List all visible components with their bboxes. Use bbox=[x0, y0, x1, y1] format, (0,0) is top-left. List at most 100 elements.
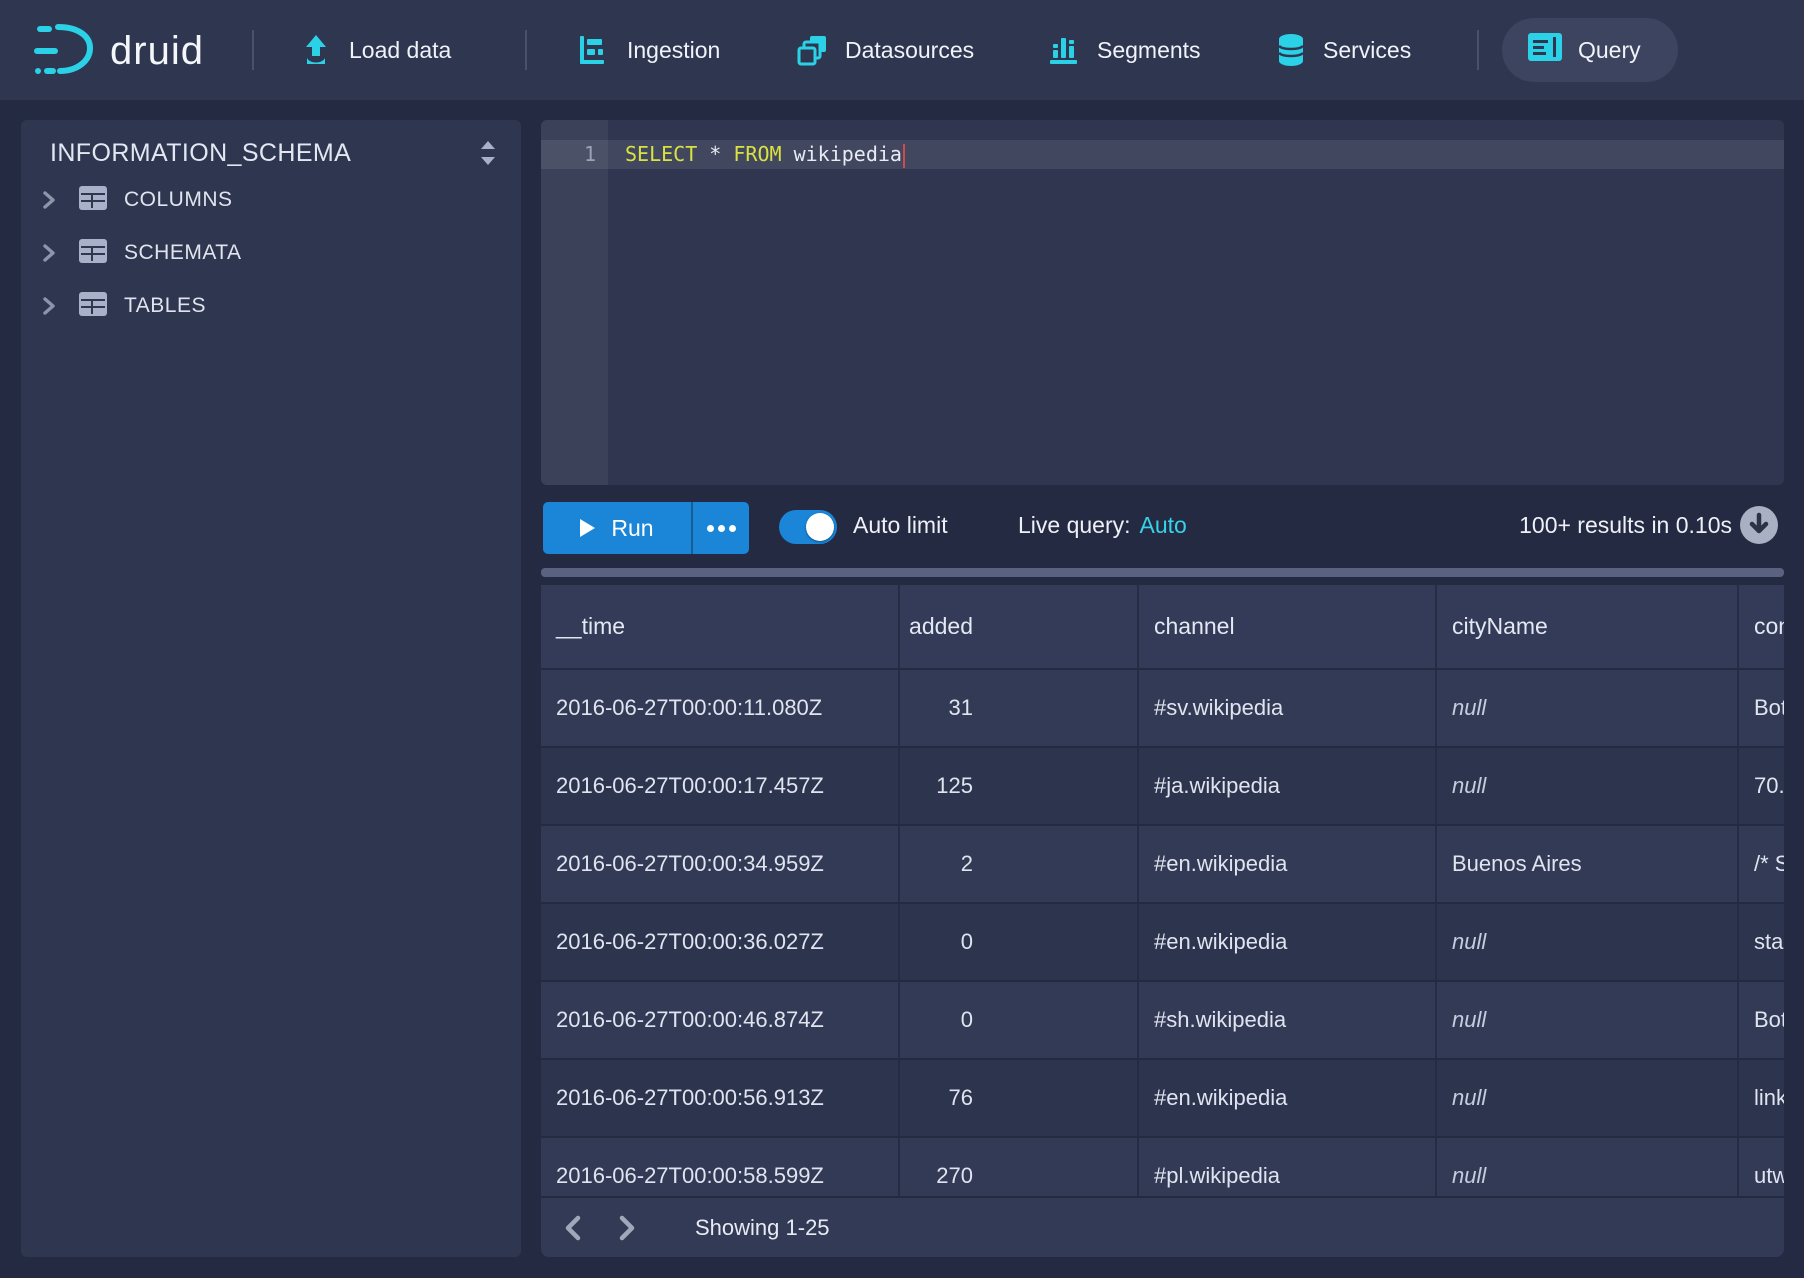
run-button-group: Run bbox=[543, 502, 749, 554]
live-query-value[interactable]: Auto bbox=[1140, 512, 1187, 538]
cell-cityName[interactable]: null bbox=[1437, 670, 1739, 746]
nav-item-query-active[interactable]: Query bbox=[1502, 18, 1678, 82]
pagination-footer: Showing 1-25 bbox=[541, 1196, 1784, 1257]
cell-comment[interactable]: link bbox=[1739, 1060, 1784, 1136]
cell-comment[interactable]: 70. bbox=[1739, 748, 1784, 824]
table-icon bbox=[79, 292, 107, 321]
double-caret-icon[interactable] bbox=[479, 140, 497, 166]
ingestion-icon bbox=[578, 34, 610, 66]
cell-__time[interactable]: 2016-06-27T00:00:17.457Z bbox=[541, 748, 900, 824]
sql-query-text[interactable]: SELECT * FROM wikipedia bbox=[625, 140, 905, 169]
cell-added[interactable]: 31 bbox=[900, 670, 1139, 746]
table-row: 2016-06-27T00:00:11.080Z31#sv.wikipedian… bbox=[541, 668, 1784, 746]
cell-added[interactable]: 0 bbox=[900, 904, 1139, 980]
cell-added[interactable]: 2 bbox=[900, 826, 1139, 902]
column-header-cityname[interactable]: cityName bbox=[1437, 585, 1739, 668]
toggle-knob bbox=[806, 513, 834, 541]
cell-__time[interactable]: 2016-06-27T00:00:34.959Z bbox=[541, 826, 900, 902]
nav-item-ingestion[interactable]: Ingestion bbox=[578, 0, 720, 100]
nav-item-segments[interactable]: Segments bbox=[1048, 0, 1201, 100]
chevron-right-icon bbox=[43, 191, 57, 209]
run-more-options-button[interactable] bbox=[691, 502, 749, 554]
line-number: 1 bbox=[541, 140, 596, 169]
next-page-button[interactable] bbox=[607, 1208, 647, 1248]
sql-text: * bbox=[697, 142, 733, 166]
sidebar-item-columns[interactable]: COLUMNS bbox=[21, 174, 521, 226]
table-row: 2016-06-27T00:00:36.027Z0#en.wikipedianu… bbox=[541, 902, 1784, 980]
cell-__time[interactable]: 2016-06-27T00:00:11.080Z bbox=[541, 670, 900, 746]
live-query-label: Live query: bbox=[1018, 512, 1131, 538]
previous-page-button[interactable] bbox=[553, 1208, 593, 1248]
cell-__time[interactable]: 2016-06-27T00:00:56.913Z bbox=[541, 1060, 900, 1136]
nav-item-services[interactable]: Services bbox=[1276, 0, 1411, 100]
cell-added[interactable]: 125 bbox=[900, 748, 1139, 824]
nav-divider bbox=[252, 30, 254, 70]
cell-cityName[interactable]: null bbox=[1437, 982, 1739, 1058]
table-body: 2016-06-27T00:00:11.080Z31#sv.wikipedian… bbox=[541, 668, 1784, 1214]
cell-added[interactable]: 76 bbox=[900, 1060, 1139, 1136]
cell-cityName[interactable]: null bbox=[1437, 748, 1739, 824]
play-icon bbox=[580, 519, 595, 537]
nav-item-label: Load data bbox=[349, 37, 451, 64]
cell-channel[interactable]: #en.wikipedia bbox=[1139, 904, 1437, 980]
sidebar-item-tables[interactable]: TABLES bbox=[21, 280, 521, 332]
sidebar-item-label: SCHEMATA bbox=[124, 241, 242, 265]
table-header-row: __time added channel cityName comment bbox=[541, 585, 1784, 668]
chevron-right-icon bbox=[43, 297, 57, 315]
table-row: 2016-06-27T00:00:46.874Z0#sh.wikipedianu… bbox=[541, 980, 1784, 1058]
cell-channel[interactable]: #sv.wikipedia bbox=[1139, 670, 1437, 746]
druid-logo-icon bbox=[34, 20, 96, 83]
cell-comment[interactable]: Bot bbox=[1739, 982, 1784, 1058]
nav-item-label: Segments bbox=[1097, 37, 1201, 64]
column-header-comment[interactable]: comment bbox=[1739, 585, 1784, 668]
datasources-icon bbox=[796, 34, 828, 66]
cell-comment[interactable]: sta bbox=[1739, 904, 1784, 980]
nav-item-label: Datasources bbox=[845, 37, 974, 64]
logo-wordmark: druid bbox=[110, 29, 204, 74]
cell-added[interactable]: 0 bbox=[900, 982, 1139, 1058]
cell-comment[interactable]: /* S bbox=[1739, 826, 1784, 902]
cell-__time[interactable]: 2016-06-27T00:00:36.027Z bbox=[541, 904, 900, 980]
cell-comment[interactable]: Bot bbox=[1739, 670, 1784, 746]
druid-console: druid Load data bbox=[0, 0, 1804, 1278]
upload-icon bbox=[300, 34, 332, 66]
table-row: 2016-06-27T00:00:56.913Z76#en.wikipedian… bbox=[541, 1058, 1784, 1136]
cell-cityName[interactable]: null bbox=[1437, 1060, 1739, 1136]
cell-channel[interactable]: #ja.wikipedia bbox=[1139, 748, 1437, 824]
cell-channel[interactable]: #sh.wikipedia bbox=[1139, 982, 1437, 1058]
table-horizontal-scrollbar[interactable] bbox=[541, 568, 1784, 577]
run-button-label: Run bbox=[611, 515, 653, 542]
cell-cityName[interactable]: null bbox=[1437, 904, 1739, 980]
table-row: 2016-06-27T00:00:17.457Z125#ja.wikipedia… bbox=[541, 746, 1784, 824]
query-results-panel: __time added channel cityName comment 20… bbox=[541, 585, 1784, 1257]
column-header-added[interactable]: added bbox=[900, 585, 1139, 668]
druid-logo[interactable]: druid bbox=[34, 20, 204, 83]
sidebar-item-schemata[interactable]: SCHEMATA bbox=[21, 227, 521, 279]
table-icon bbox=[79, 186, 107, 215]
segments-icon bbox=[1048, 34, 1080, 66]
services-icon bbox=[1276, 33, 1306, 67]
column-header-time[interactable]: __time bbox=[541, 585, 900, 668]
download-results-button[interactable] bbox=[1740, 506, 1778, 544]
nav-item-load-data[interactable]: Load data bbox=[300, 0, 451, 100]
showing-range-label: Showing 1-25 bbox=[695, 1215, 830, 1241]
sidebar-item-label: COLUMNS bbox=[124, 188, 233, 212]
sql-keyword: SELECT bbox=[625, 142, 697, 166]
nav-item-label: Ingestion bbox=[627, 37, 720, 64]
nav-divider bbox=[525, 30, 527, 70]
nav-item-label: Query bbox=[1578, 37, 1641, 64]
nav-item-datasources[interactable]: Datasources bbox=[796, 0, 974, 100]
more-icon bbox=[707, 525, 714, 532]
cell-__time[interactable]: 2016-06-27T00:00:46.874Z bbox=[541, 982, 900, 1058]
schema-explorer-panel: INFORMATION_SCHEMA COLUMNS bbox=[21, 120, 521, 1257]
sql-text: wikipedia bbox=[782, 142, 902, 166]
run-button[interactable]: Run bbox=[543, 502, 691, 554]
cell-channel[interactable]: #en.wikipedia bbox=[1139, 826, 1437, 902]
column-header-channel[interactable]: channel bbox=[1139, 585, 1437, 668]
cell-channel[interactable]: #en.wikipedia bbox=[1139, 1060, 1437, 1136]
table-row: 2016-06-27T00:00:34.959Z2#en.wikipediaBu… bbox=[541, 824, 1784, 902]
sql-query-editor[interactable]: 1 SELECT * FROM wikipedia bbox=[541, 120, 1784, 485]
cell-cityName[interactable]: Buenos Aires bbox=[1437, 826, 1739, 902]
auto-limit-toggle[interactable] bbox=[779, 510, 837, 544]
text-cursor bbox=[903, 144, 905, 168]
